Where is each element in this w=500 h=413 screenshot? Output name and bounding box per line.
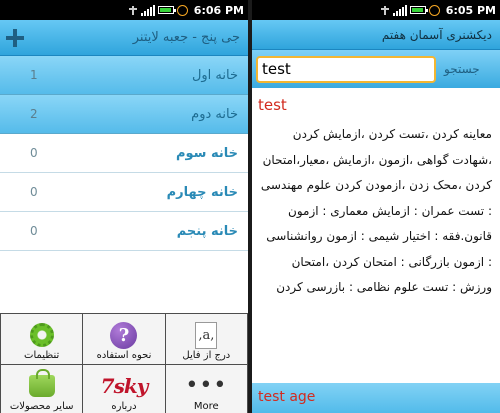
definition-text: معاینه کردن ،تست کردن ،ازمایش کردن ،شهاد… [260, 127, 492, 294]
box-name: خانه سوم [175, 145, 238, 161]
more-menu-item[interactable]: ••• More [165, 365, 247, 413]
app-title: جی پنج - جعبه لایتنر [132, 30, 240, 45]
result-word[interactable]: test [252, 88, 500, 114]
other-products-menu-item[interactable]: سایر محصولات [1, 365, 83, 413]
next-result-word[interactable]: test age [252, 383, 500, 413]
left-screen: 6:06 PM جی پنج - جعبه لایتنر 1 خانه اول … [0, 0, 248, 413]
leitner-box-row[interactable]: 0 خانه سوم [0, 134, 248, 173]
help-menu-item[interactable]: ? نحوه استفاده [83, 314, 165, 364]
battery-icon [409, 6, 428, 14]
menu-label: تنظیمات [24, 350, 60, 361]
alarm-icon [428, 4, 440, 16]
box-count: 1 [30, 68, 38, 82]
menu-label: نحوه استفاده [96, 350, 152, 361]
usb-icon [380, 5, 390, 15]
status-bar: 6:05 PM [252, 0, 500, 20]
search-input[interactable] [256, 55, 436, 83]
box-count: 2 [30, 107, 38, 121]
brand-logo-icon: 7sky [101, 371, 149, 401]
brand-logo: 7sky [100, 374, 149, 398]
box-name: خانه چهارم [166, 184, 238, 200]
menu-label: More [193, 401, 219, 412]
leitner-box-row[interactable]: 0 خانه پنجم [0, 212, 248, 251]
import-menu-item[interactable]: ,a, درج از فایل [165, 314, 247, 364]
status-time: 6:05 PM [445, 3, 496, 17]
status-bar: 6:06 PM [0, 0, 248, 20]
more-dots-icon: ••• [185, 373, 228, 398]
usb-icon [128, 5, 138, 15]
file-icon: ,a, [191, 320, 221, 350]
menu-label: درج از فایل [182, 350, 231, 361]
add-button[interactable] [0, 20, 30, 56]
search-label: جستجو [444, 62, 480, 76]
plus-icon [6, 28, 24, 47]
battery-icon [157, 6, 176, 14]
market-bag-icon [27, 369, 57, 401]
search-bar: جستجو [252, 50, 500, 88]
menu-label: سایر محصولات [9, 401, 74, 412]
leitner-box-row[interactable]: 1 خانه اول [0, 56, 248, 95]
box-name: خانه اول [191, 67, 238, 83]
signal-icon [140, 4, 155, 16]
settings-menu-item[interactable]: تنظیمات [1, 314, 83, 364]
app-title-bar: جی پنج - جعبه لایتنر [0, 20, 248, 56]
leitner-box-row[interactable]: 2 خانه دوم [0, 95, 248, 134]
leitner-box-row[interactable]: 0 خانه چهارم [0, 173, 248, 212]
options-menu: تنظیمات ? نحوه استفاده ,a, درج از فایل س… [0, 313, 248, 413]
gear-icon [27, 320, 57, 350]
box-count: 0 [30, 224, 38, 238]
box-count: 0 [30, 146, 38, 160]
menu-label: درباره [111, 401, 137, 412]
right-screen: 6:05 PM دیکشنری آسمان هفتم جستجو test مع… [252, 0, 500, 413]
box-name: خانه پنجم [176, 223, 238, 239]
box-count: 0 [30, 185, 38, 199]
signal-icon [392, 4, 407, 16]
box-name: خانه دوم [191, 106, 238, 122]
alarm-icon [176, 4, 188, 16]
dictionary-title: دیکشنری آسمان هفتم [252, 20, 500, 50]
status-time: 6:06 PM [193, 3, 244, 17]
about-menu-item[interactable]: 7sky درباره [83, 365, 165, 413]
help-icon: ? [109, 320, 139, 350]
